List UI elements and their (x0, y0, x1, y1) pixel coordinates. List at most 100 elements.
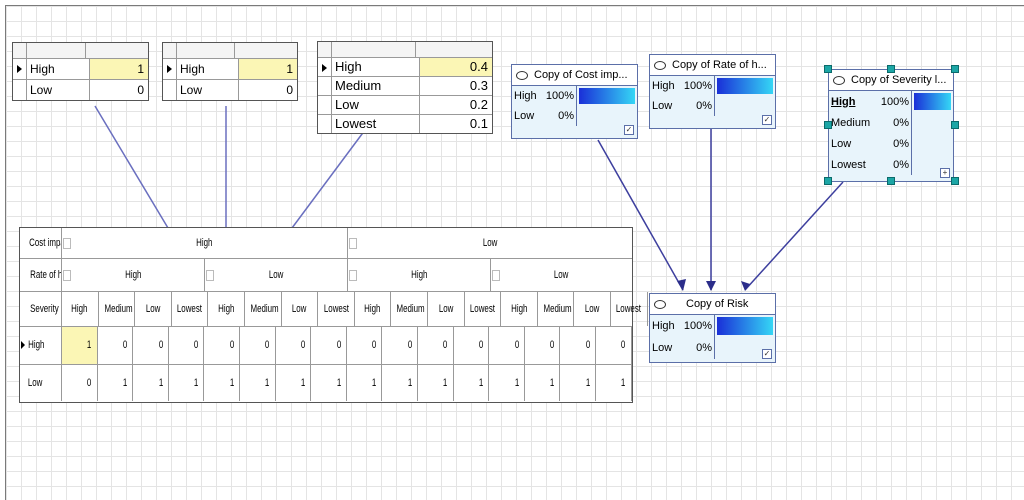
node-circle-icon (833, 75, 845, 85)
belief-bar (714, 96, 775, 116)
cpt-col-header[interactable]: High (348, 259, 491, 291)
cpt-probability-cell[interactable]: 1 (489, 365, 525, 401)
cpt-probability-cell[interactable]: 0 (240, 327, 276, 364)
probability-cell[interactable]: 1 (239, 59, 297, 79)
row-selector[interactable] (163, 80, 177, 100)
cpt-probability-cell[interactable]: 1 (347, 365, 383, 401)
severity-prior-table[interactable]: High 0.4 Medium 0.3 Low 0.2 Lowest 0.1 (317, 41, 493, 134)
node-title: Copy of Cost imp... (534, 69, 628, 81)
checkbox-icon[interactable]: ✓ (762, 349, 772, 359)
cpt-probability-cell[interactable]: 0 (62, 365, 98, 401)
state-label: Low (652, 342, 673, 354)
cpt-col-header[interactable]: Low (205, 259, 348, 291)
cpt-probability-cell[interactable]: 0 (418, 327, 454, 364)
row-selector[interactable] (318, 115, 332, 133)
cpt-probability-cell[interactable]: 0 (596, 327, 632, 364)
cpt-probability-cell[interactable]: 1 (560, 365, 596, 401)
cpt-probability-cell[interactable]: 0 (347, 327, 383, 364)
belief-bar (714, 315, 775, 337)
resize-handle[interactable] (887, 65, 895, 73)
belief-bar-fill (914, 93, 951, 110)
cpt-severity-header: Medium (391, 292, 428, 326)
state-label: High (332, 58, 420, 76)
resize-handle[interactable] (824, 121, 832, 129)
probability-cell[interactable]: 1 (90, 59, 148, 79)
resize-handle[interactable] (887, 177, 895, 185)
cpt-probability-cell[interactable]: 1 (62, 327, 98, 364)
probability-cell[interactable]: 0 (90, 80, 148, 100)
cpt-probability-cell[interactable]: 1 (98, 365, 134, 401)
cpt-probability-cell[interactable]: 0 (311, 327, 347, 364)
cpt-row-label: High (20, 327, 62, 364)
cpt-probability-cell[interactable]: 0 (204, 327, 240, 364)
cpt-probability-cell[interactable]: 1 (204, 365, 240, 401)
node-risk[interactable]: Copy of Risk High 100% Low 0% ✓ (649, 293, 776, 363)
row-selector[interactable] (318, 77, 332, 95)
probability-cell[interactable]: 0.3 (420, 77, 492, 95)
state-percent: 0% (558, 110, 574, 122)
rate-prior-table[interactable]: High 1 Low 0 (162, 42, 298, 101)
state-label: High (177, 59, 239, 79)
cpt-probability-cell[interactable]: 1 (276, 365, 312, 401)
state-label: Lowest (332, 115, 420, 133)
cpt-probability-cell[interactable]: 0 (169, 327, 205, 364)
state-percent: 100% (545, 90, 574, 102)
node-rate-of-hospitalization[interactable]: Copy of Rate of h... High 100% Low 0% ✓ (649, 54, 776, 129)
cpt-col-header[interactable]: Low (491, 259, 632, 291)
state-label: High (652, 80, 675, 92)
cpt-col-header[interactable]: High (62, 228, 348, 258)
cpt-probability-cell[interactable]: 1 (596, 365, 632, 401)
cpt-probability-cell[interactable]: 1 (382, 365, 418, 401)
row-selector[interactable] (163, 59, 177, 79)
cpt-probability-cell[interactable]: 0 (525, 327, 561, 364)
cpt-probability-cell[interactable]: 0 (133, 327, 169, 364)
expand-icon[interactable]: + (940, 168, 950, 178)
cpt-col-header[interactable]: High (62, 259, 205, 291)
probability-cell[interactable]: 0.1 (420, 115, 492, 133)
state-label: High (514, 90, 537, 102)
cpt-probability-cell[interactable]: 1 (454, 365, 490, 401)
probability-cell[interactable]: 0.4 (420, 58, 492, 76)
cpt-header-cost: Cost impact High Low (20, 228, 632, 259)
cpt-probability-cell[interactable]: 1 (525, 365, 561, 401)
row-selector[interactable] (318, 58, 332, 76)
cpt-probability-cell[interactable]: 1 (169, 365, 205, 401)
cpt-severity-header: High (208, 292, 245, 326)
node-severity-level[interactable]: Copy of Severity l... High 100% Medium 0% … (828, 69, 954, 182)
cpt-probability-cell[interactable]: 1 (240, 365, 276, 401)
node-circle-icon (516, 70, 528, 80)
cpt-probability-cell[interactable]: 0 (382, 327, 418, 364)
row-selector[interactable] (13, 80, 27, 100)
cpt-row-label: Severity lev... (20, 292, 62, 326)
node-cost-impact[interactable]: Copy of Cost imp... High 100% Low 0% ✓ (511, 64, 638, 139)
cpt-probability-cell[interactable]: 0 (276, 327, 312, 364)
cpt-probability-cell[interactable]: 1 (311, 365, 347, 401)
cpt-probability-cell[interactable]: 0 (560, 327, 596, 364)
cpt-col-header[interactable]: Low (348, 228, 632, 258)
resize-handle[interactable] (824, 177, 832, 185)
cpt-severity-header: Lowest (318, 292, 355, 326)
cpt-probability-cell[interactable]: 0 (489, 327, 525, 364)
row-selector[interactable] (318, 96, 332, 114)
cpt-probability-cell[interactable]: 1 (133, 365, 169, 401)
state-percent: 100% (880, 95, 909, 108)
resize-handle[interactable] (824, 65, 832, 73)
checkbox-icon[interactable]: ✓ (624, 125, 634, 135)
probability-cell[interactable]: 0 (239, 80, 297, 100)
resize-handle[interactable] (951, 65, 959, 73)
resize-handle[interactable] (951, 177, 959, 185)
cost-prior-table[interactable]: High 1 Low 0 (12, 42, 149, 101)
resize-handle[interactable] (951, 121, 959, 129)
cpt-probability-cell[interactable]: 0 (98, 327, 134, 364)
node-circle-icon (654, 60, 666, 70)
cpt-severity-header: Medium (99, 292, 136, 326)
cpt-probability-cell[interactable]: 0 (454, 327, 490, 364)
belief-bar (911, 91, 953, 112)
cpt-probability-cell[interactable]: 1 (418, 365, 454, 401)
belief-bar (576, 106, 637, 126)
state-label: High (831, 95, 856, 108)
probability-cell[interactable]: 0.2 (420, 96, 492, 114)
risk-cpt-table[interactable]: Cost impact High Low Rate of hos... High… (19, 227, 648, 403)
row-selector[interactable] (13, 59, 27, 79)
checkbox-icon[interactable]: ✓ (762, 115, 772, 125)
